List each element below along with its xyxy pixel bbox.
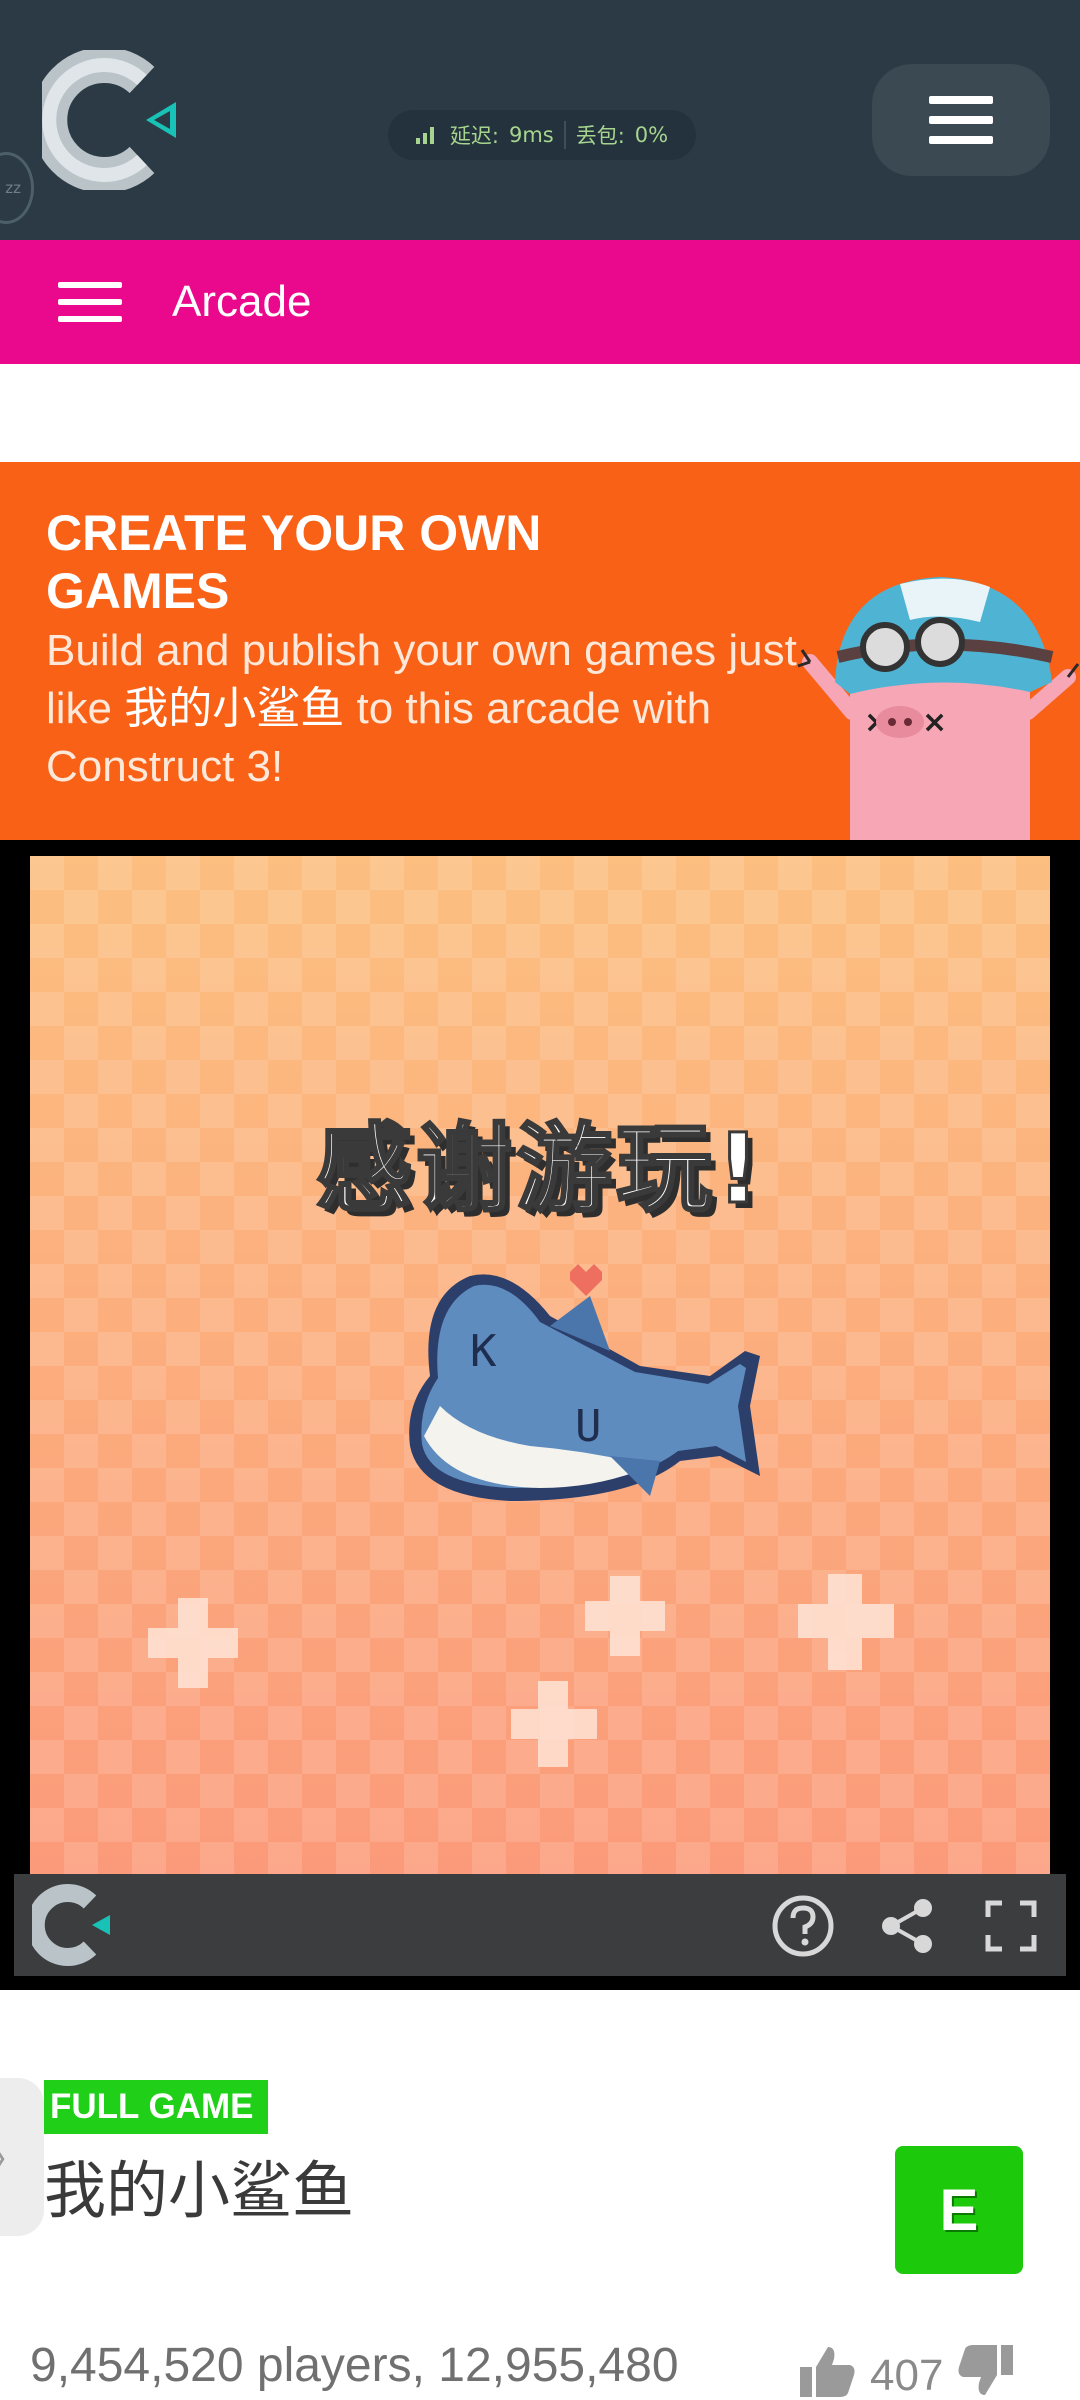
svg-text:×: × [922,705,947,740]
likes-section: 407 [798,2343,1015,2400]
game-title: 我的小鲨鱼 [44,2154,355,2227]
floating-assistant-icon[interactable]: zz [0,152,34,224]
shark-eye-label: K [470,1326,497,1377]
fullscreen-icon[interactable] [976,1894,1046,1958]
promo-game-name: 我的小鲨鱼 [124,684,345,733]
arcade-menu-icon[interactable] [58,282,122,322]
pig-mascot-illustration: × × [790,562,1080,840]
hamburger-icon [929,96,993,144]
signal-icon [415,126,434,144]
divider [563,121,566,149]
construct-logo-icon[interactable] [26,1884,118,1966]
create-games-banner[interactable]: CREATE YOUR OWN GAMES Build and publish … [0,462,1080,840]
likes-count: 407 [870,2351,944,2400]
main-menu-button[interactable] [872,64,1050,176]
arcade-title[interactable]: Arcade [172,277,311,327]
loss-value: 0% [634,123,669,147]
game-stats: 9,454,520 players, 12,955,480 [30,2339,679,2392]
promo-body: Build and publish your own games just li… [46,626,797,791]
shark-mouth-label: U [575,1401,602,1452]
player-toolbar [14,1874,1066,1976]
share-icon[interactable] [872,1894,942,1958]
latency-value: 9ms [508,123,554,147]
thumbs-down-icon[interactable] [957,2343,1015,2400]
full-game-badge: FULL GAME [44,2080,268,2134]
site-header: zz 延迟: 9ms 丢包: 0% [0,0,1080,240]
shark-character: K U [409,1274,760,1501]
promo-heading: CREATE YOUR OWN GAMES [46,505,542,619]
side-pull-tab[interactable]: 〉 [0,2078,44,2236]
thumbs-up-icon[interactable] [798,2343,856,2400]
latency-label: 延迟: [449,124,499,148]
game-canvas[interactable]: 感谢游玩! K U [30,856,1050,1876]
help-icon[interactable] [768,1894,838,1958]
thanks-for-playing-text: 感谢游玩! [315,1112,764,1227]
loss-label: 丢包: [575,124,625,148]
game-player: 感谢游玩! K U [0,840,1080,1990]
construct-logo-icon[interactable] [31,47,192,193]
esrb-rating-badge[interactable]: E [895,2146,1023,2274]
network-status-pill: 延迟: 9ms 丢包: 0% [388,110,696,160]
arcade-nav-bar: Arcade [0,240,1080,364]
